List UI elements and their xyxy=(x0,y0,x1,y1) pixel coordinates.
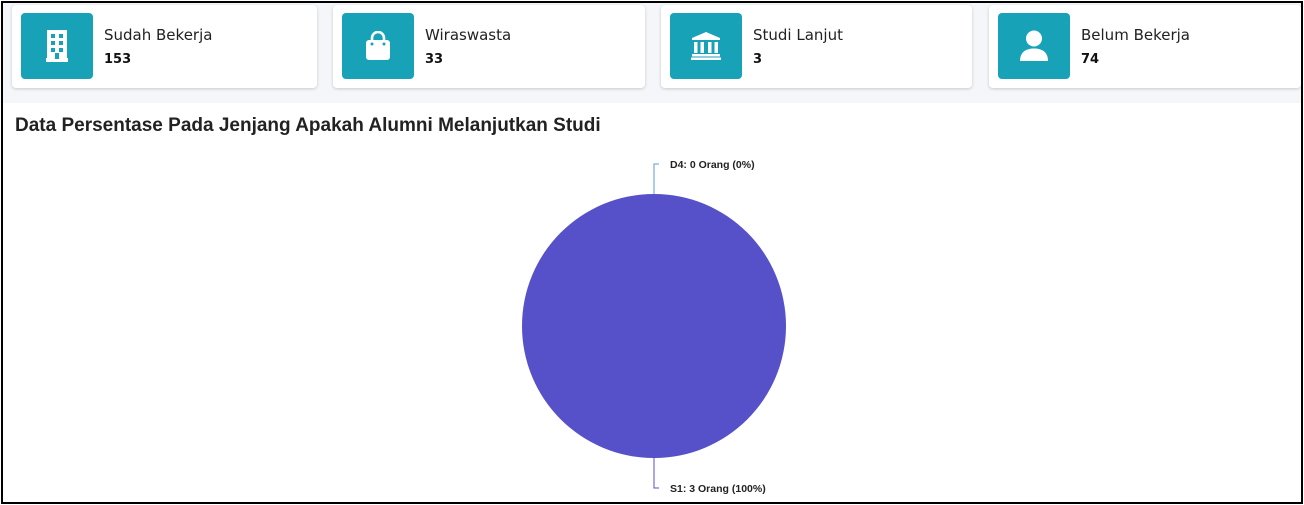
card-belum-bekerja[interactable]: Belum Bekerja 74 xyxy=(989,5,1301,88)
shopping-bag-icon xyxy=(366,31,390,60)
dashboard-frame: Sudah Bekerja 153 Wiraswasta 33 Studi La… xyxy=(1,1,1303,504)
card-icon-box xyxy=(998,13,1070,79)
user-icon xyxy=(1020,30,1048,61)
card-sudah-bekerja[interactable]: Sudah Bekerja 153 xyxy=(12,5,317,88)
card-label: Sudah Bekerja xyxy=(104,26,213,44)
card-label: Belum Bekerja xyxy=(1081,26,1190,44)
pie-slice-s1[interactable] xyxy=(522,194,786,458)
pie-leader-line-d4 xyxy=(653,163,659,194)
card-icon-box xyxy=(21,13,93,79)
building-icon xyxy=(46,30,68,62)
card-value: 3 xyxy=(753,52,763,67)
card-icon-box xyxy=(670,13,742,79)
card-value: 33 xyxy=(425,52,444,67)
card-value: 74 xyxy=(1081,52,1100,67)
chart-panel: Data Persentase Pada Jenjang Apakah Alum… xyxy=(3,103,1301,502)
card-wiraswasta[interactable]: Wiraswasta 33 xyxy=(333,5,645,88)
pie-chart: D4: 0 Orang (0%) S1: 3 Orang (100%) xyxy=(522,159,786,495)
pie-data-label-d4: D4: 0 Orang (0%) xyxy=(670,159,755,171)
card-value: 153 xyxy=(104,52,132,67)
card-studi-lanjut[interactable]: Studi Lanjut 3 xyxy=(661,5,972,88)
card-label: Wiraswasta xyxy=(425,26,512,44)
pie-leader-line-s1 xyxy=(653,458,659,489)
pie-data-label-s1: S1: 3 Orang (100%) xyxy=(670,483,766,495)
university-icon xyxy=(691,32,721,60)
summary-cards: Sudah Bekerja 153 Wiraswasta 33 Studi La… xyxy=(3,3,1301,103)
card-label: Studi Lanjut xyxy=(753,26,843,44)
card-icon-box xyxy=(342,13,414,79)
